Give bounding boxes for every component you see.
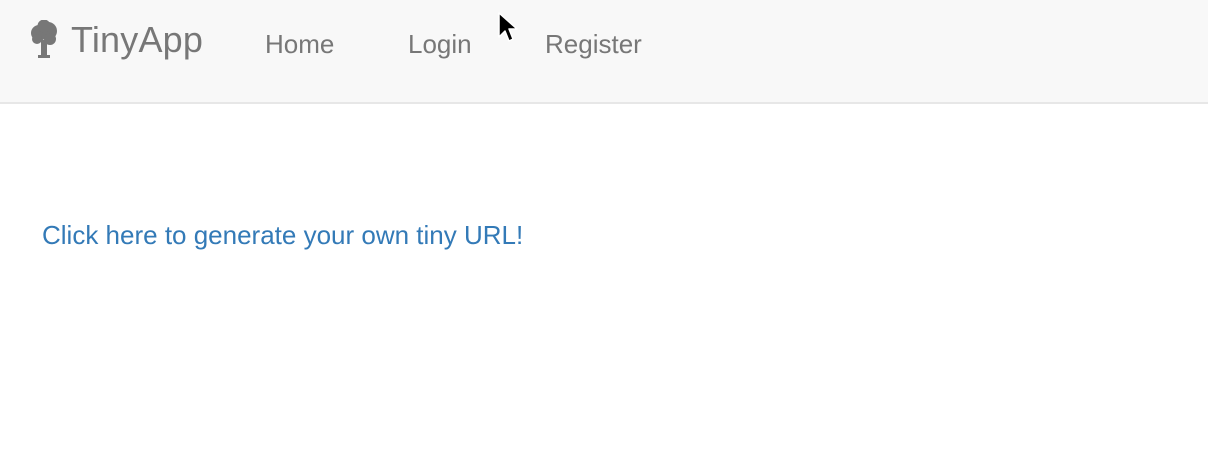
nav-home-link[interactable]: Home	[265, 27, 334, 61]
nav-login-link[interactable]: Login	[408, 27, 472, 61]
navbar: TinyApp Home Login Register	[0, 0, 1208, 104]
tree-icon	[28, 20, 60, 60]
brand-link[interactable]: TinyApp	[28, 14, 203, 66]
nav-register-link[interactable]: Register	[545, 27, 642, 61]
generate-url-link[interactable]: Click here to generate your own tiny URL…	[42, 218, 523, 252]
brand-name: TinyApp	[71, 19, 204, 60]
